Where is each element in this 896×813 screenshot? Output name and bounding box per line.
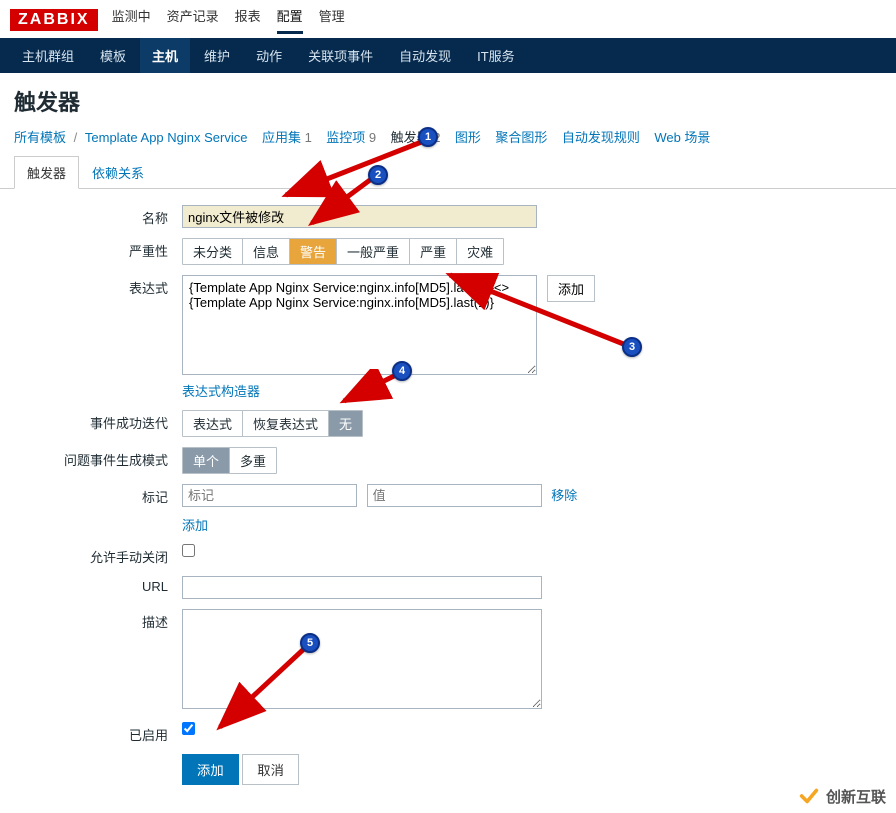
subnav-itservices[interactable]: IT服务: [465, 38, 527, 73]
submit-button[interactable]: 添加: [182, 754, 239, 785]
label-allow-manual: 允许手动关闭: [14, 544, 182, 566]
label-url: URL: [14, 576, 182, 594]
label-enabled: 已启用: [14, 722, 182, 744]
sev-3[interactable]: 一般严重: [337, 239, 410, 264]
crumb-template[interactable]: Template App Nginx Service: [85, 130, 248, 145]
tag-add-link[interactable]: 添加: [182, 518, 208, 533]
allow-manual-checkbox[interactable]: [182, 544, 195, 557]
annotation-badge-2: 2: [368, 165, 388, 185]
sub-nav: 主机群组 模板 主机 维护 动作 关联项事件 自动发现 IT服务: [0, 38, 896, 73]
watermark-icon: [798, 785, 820, 807]
topnav-monitor[interactable]: 监测中: [112, 6, 151, 34]
annotation-badge-1: 1: [418, 127, 438, 147]
tag-key-input[interactable]: [182, 484, 357, 507]
expression-textarea[interactable]: [182, 275, 537, 375]
event-ok-buttons: 表达式 恢复表达式 无: [182, 410, 363, 437]
evok-1[interactable]: 恢复表达式: [243, 411, 329, 436]
label-description: 描述: [14, 609, 182, 631]
subnav-discovery[interactable]: 自动发现: [387, 38, 463, 73]
crumb-aggr[interactable]: 聚合图形: [495, 130, 547, 145]
watermark: 创新互联: [798, 785, 886, 807]
watermark-text: 创新互联: [826, 786, 886, 807]
topnav-admin[interactable]: 管理: [319, 6, 345, 34]
annotation-badge-3: 3: [622, 337, 642, 357]
pm-0[interactable]: 单个: [183, 448, 230, 473]
topnav-assets[interactable]: 资产记录: [167, 6, 219, 34]
subnav-actions[interactable]: 动作: [244, 38, 294, 73]
tab-trigger[interactable]: 触发器: [14, 156, 79, 189]
subnav-hostgroups[interactable]: 主机群组: [10, 38, 86, 73]
tag-value-input[interactable]: [367, 484, 542, 507]
crumb-all-templates[interactable]: 所有模板: [14, 130, 66, 145]
crumb-web[interactable]: Web 场景: [654, 130, 710, 145]
page-title: 触发器: [0, 73, 896, 123]
name-input[interactable]: [182, 205, 537, 228]
sev-5[interactable]: 灾难: [457, 239, 503, 264]
tab-dependencies[interactable]: 依赖关系: [79, 156, 157, 188]
label-problem-mode: 问题事件生成模式: [14, 447, 182, 469]
crumb-appset-n: 1: [305, 130, 312, 145]
label-tags: 标记: [14, 484, 182, 506]
breadcrumb: 所有模板 / Template App Nginx Service 应用集 1 …: [0, 123, 896, 156]
annotation-badge-4: 4: [392, 361, 412, 381]
description-textarea[interactable]: [182, 609, 542, 709]
crumb-monitor-n: 9: [369, 130, 376, 145]
add-expression-button[interactable]: 添加: [547, 275, 595, 302]
problem-mode-buttons: 单个 多重: [182, 447, 277, 474]
tabs: 触发器 依赖关系: [0, 156, 896, 189]
enabled-checkbox[interactable]: [182, 722, 195, 735]
label-event-ok: 事件成功迭代: [14, 410, 182, 432]
topnav-config[interactable]: 配置: [277, 6, 303, 34]
subnav-hosts[interactable]: 主机: [140, 38, 190, 73]
sev-4[interactable]: 严重: [410, 239, 457, 264]
label-name: 名称: [14, 205, 182, 227]
annotation-badge-5: 5: [300, 633, 320, 653]
sev-2[interactable]: 警告: [290, 239, 337, 264]
subnav-templates[interactable]: 模板: [88, 38, 138, 73]
top-bar: ZABBIX 监测中 资产记录 报表 配置 管理: [0, 0, 896, 38]
sev-1[interactable]: 信息: [243, 239, 290, 264]
crumb-appset[interactable]: 应用集: [262, 130, 301, 145]
sev-0[interactable]: 未分类: [183, 239, 243, 264]
tag-remove-link[interactable]: 移除: [551, 488, 577, 503]
subnav-maintenance[interactable]: 维护: [192, 38, 242, 73]
form: 名称 严重性 未分类 信息 警告 一般严重 严重 灾难 表达式 添加 表达式构造…: [0, 189, 896, 813]
subnav-correlation[interactable]: 关联项事件: [296, 38, 385, 73]
crumb-monitor[interactable]: 监控项: [326, 130, 365, 145]
logo: ZABBIX: [10, 9, 98, 31]
evok-2[interactable]: 无: [329, 411, 362, 436]
evok-0[interactable]: 表达式: [183, 411, 243, 436]
label-expression: 表达式: [14, 275, 182, 297]
crumb-graphs[interactable]: 图形: [455, 130, 481, 145]
label-severity: 严重性: [14, 238, 182, 260]
severity-buttons: 未分类 信息 警告 一般严重 严重 灾难: [182, 238, 504, 265]
url-input[interactable]: [182, 576, 542, 599]
top-nav: 监测中 资产记录 报表 配置 管理: [112, 6, 345, 34]
pm-1[interactable]: 多重: [230, 448, 276, 473]
expression-builder-link[interactable]: 表达式构造器: [182, 384, 260, 399]
crumb-discover[interactable]: 自动发现规则: [562, 130, 640, 145]
cancel-button[interactable]: 取消: [242, 754, 299, 785]
topnav-reports[interactable]: 报表: [235, 6, 261, 34]
